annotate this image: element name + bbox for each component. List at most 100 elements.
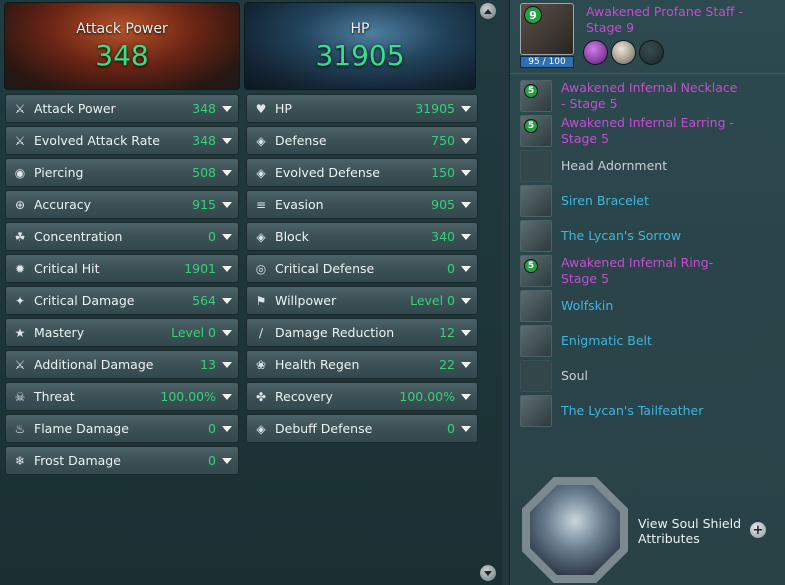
dropdown-caret-icon[interactable] bbox=[222, 425, 232, 432]
stat-row-willpower[interactable]: ⚑ Willpower Level 0 bbox=[246, 286, 478, 315]
stat-row-critical-hit[interactable]: ✹ Critical Hit 1901 bbox=[5, 254, 239, 283]
stat-row-flame-damage[interactable]: ♨ Flame Damage 0 bbox=[5, 414, 239, 443]
stat-value: 348 bbox=[192, 101, 216, 116]
stat-label: Concentration bbox=[34, 229, 123, 244]
dropdown-caret-icon[interactable] bbox=[461, 425, 471, 432]
stat-value: 348 bbox=[192, 133, 216, 148]
stat-row-attack-power[interactable]: ⚔ Attack Power 348 bbox=[5, 94, 239, 123]
stat-value: 0 bbox=[208, 421, 216, 436]
weapon-durability: 95 / 100 bbox=[520, 56, 574, 68]
stat-row-critical-defense[interactable]: ◎ Critical Defense 0 bbox=[246, 254, 478, 283]
dropdown-caret-icon[interactable] bbox=[222, 393, 232, 400]
soul-shield-label[interactable]: View Soul Shield Attributes bbox=[638, 516, 748, 546]
soul-icon bbox=[520, 360, 552, 392]
stat-value: Level 0 bbox=[171, 325, 216, 340]
stats-panel: Attack Power 348 HP 31905 ⚔ Attack Power 3… bbox=[0, 0, 502, 585]
dropdown-caret-icon[interactable] bbox=[461, 233, 471, 240]
soul-shield-frame[interactable] bbox=[522, 477, 628, 583]
dropdown-caret-icon[interactable] bbox=[222, 169, 232, 176]
stat-value: Level 0 bbox=[410, 293, 455, 308]
stat-row-block[interactable]: ◈ Block 340 bbox=[246, 222, 478, 251]
stat-row-critical-damage[interactable]: ✦ Critical Damage 564 bbox=[5, 286, 239, 315]
debuff-shield-icon: ◈ bbox=[256, 421, 266, 436]
soul-shield-portrait bbox=[530, 485, 620, 575]
stat-row-evolved-attack-rate[interactable]: ⚔ Evolved Attack Rate 348 bbox=[5, 126, 239, 155]
stat-label: Flame Damage bbox=[34, 421, 129, 436]
dropdown-caret-icon[interactable] bbox=[222, 201, 232, 208]
equipment-name: Enigmatic Belt bbox=[561, 333, 652, 348]
equipment-item[interactable]: Soul bbox=[520, 360, 780, 392]
weapon-slot[interactable]: 9 bbox=[520, 3, 574, 55]
dropdown-caret-icon[interactable] bbox=[222, 137, 232, 144]
stat-value: 13 bbox=[200, 357, 216, 372]
earring-icon: 5 bbox=[520, 115, 552, 147]
equipment-name: Siren Bracelet bbox=[561, 193, 649, 208]
stat-row-evasion[interactable]: ≡ Evasion 905 bbox=[246, 190, 478, 219]
equipment-item[interactable]: The Lycan's Sorrow bbox=[520, 220, 780, 252]
stat-value: 0 bbox=[208, 453, 216, 468]
arrow-up-icon bbox=[484, 8, 492, 14]
dropdown-caret-icon[interactable] bbox=[222, 233, 232, 240]
stat-row-threat[interactable]: ☠ Threat 100.00% bbox=[5, 382, 239, 411]
dropdown-caret-icon[interactable] bbox=[461, 393, 471, 400]
dropdown-caret-icon[interactable] bbox=[461, 137, 471, 144]
dropdown-caret-icon[interactable] bbox=[461, 201, 471, 208]
hp-header-value: 31905 bbox=[315, 39, 405, 72]
stat-value: 22 bbox=[439, 357, 455, 372]
equipment-item[interactable]: Wolfskin bbox=[520, 290, 780, 322]
scroll-up-button[interactable] bbox=[480, 3, 496, 19]
empty-gem-slot-icon[interactable] bbox=[639, 40, 664, 65]
stat-value: 750 bbox=[431, 133, 455, 148]
purple-gem-icon[interactable] bbox=[583, 40, 608, 65]
stat-row-mastery[interactable]: ★ Mastery Level 0 bbox=[5, 318, 239, 347]
dropdown-caret-icon[interactable] bbox=[461, 361, 471, 368]
wolfskin-icon bbox=[520, 290, 552, 322]
stat-row-hp[interactable]: ♥ HP 31905 bbox=[246, 94, 478, 123]
stat-row-accuracy[interactable]: ⊕ Accuracy 915 bbox=[5, 190, 239, 219]
dropdown-caret-icon[interactable] bbox=[222, 329, 232, 336]
stat-row-piercing[interactable]: ◉ Piercing 508 bbox=[5, 158, 239, 187]
white-gem-icon[interactable] bbox=[611, 40, 636, 65]
belt-icon bbox=[520, 325, 552, 357]
dropdown-caret-icon[interactable] bbox=[461, 297, 471, 304]
dropdown-caret-icon[interactable] bbox=[461, 265, 471, 272]
stat-value: 0 bbox=[208, 229, 216, 244]
equipment-item[interactable]: The Lycan's Tailfeather bbox=[520, 395, 780, 427]
stat-value: 340 bbox=[431, 229, 455, 244]
plus-icon[interactable]: + bbox=[750, 522, 766, 538]
dropdown-caret-icon[interactable] bbox=[222, 457, 232, 464]
dropdown-caret-icon[interactable] bbox=[222, 361, 232, 368]
stat-row-health-regen[interactable]: ❀ Health Regen 22 bbox=[246, 350, 478, 379]
equipment-item[interactable]: 5 Awakened Infernal Necklace - Stage 5 bbox=[520, 80, 780, 112]
stats-scrollbar[interactable] bbox=[480, 3, 496, 581]
stat-row-evolved-defense[interactable]: ◈ Evolved Defense 150 bbox=[246, 158, 478, 187]
scroll-down-button[interactable] bbox=[480, 565, 496, 581]
stat-row-frost-damage[interactable]: ❄ Frost Damage 0 bbox=[5, 446, 239, 475]
ring-icon: 5 bbox=[520, 255, 552, 287]
shield-icon: ◈ bbox=[256, 133, 266, 148]
stat-row-concentration[interactable]: ☘ Concentration 0 bbox=[5, 222, 239, 251]
dropdown-caret-icon[interactable] bbox=[222, 265, 232, 272]
equipment-item[interactable]: Siren Bracelet bbox=[520, 185, 780, 217]
equipment-item[interactable]: 5 Awakened Infernal Ring- Stage 5 bbox=[520, 255, 780, 287]
stat-label: Threat bbox=[34, 389, 75, 404]
equipment-item[interactable]: Head Adornment bbox=[520, 150, 780, 182]
sprout-icon: ❀ bbox=[255, 357, 267, 372]
equipment-item[interactable]: 5 Awakened Infernal Earring - Stage 5 bbox=[520, 115, 780, 147]
stat-row-damage-reduction[interactable]: ∕ Damage Reduction 12 bbox=[246, 318, 478, 347]
dropdown-caret-icon[interactable] bbox=[461, 169, 471, 176]
equipment-item[interactable]: Enigmatic Belt bbox=[520, 325, 780, 357]
dropdown-caret-icon[interactable] bbox=[222, 105, 232, 112]
dropdown-caret-icon[interactable] bbox=[222, 297, 232, 304]
stat-row-recovery[interactable]: ✤ Recovery 100.00% bbox=[246, 382, 478, 411]
crossed-swords-icon: ⚔ bbox=[14, 133, 26, 148]
stat-row-debuff-defense[interactable]: ◈ Debuff Defense 0 bbox=[246, 414, 478, 443]
stat-row-additional-damage[interactable]: ⚔ Additional Damage 13 bbox=[5, 350, 239, 379]
weapon-name[interactable]: Awakened Profane Staff - Stage 9 bbox=[586, 4, 776, 36]
stat-label: Critical Damage bbox=[34, 293, 135, 308]
stat-row-defense[interactable]: ◈ Defense 750 bbox=[246, 126, 478, 155]
dropdown-caret-icon[interactable] bbox=[461, 105, 471, 112]
snowflake-icon: ❄ bbox=[14, 453, 26, 468]
flame-icon: ♨ bbox=[14, 421, 26, 436]
dropdown-caret-icon[interactable] bbox=[461, 329, 471, 336]
